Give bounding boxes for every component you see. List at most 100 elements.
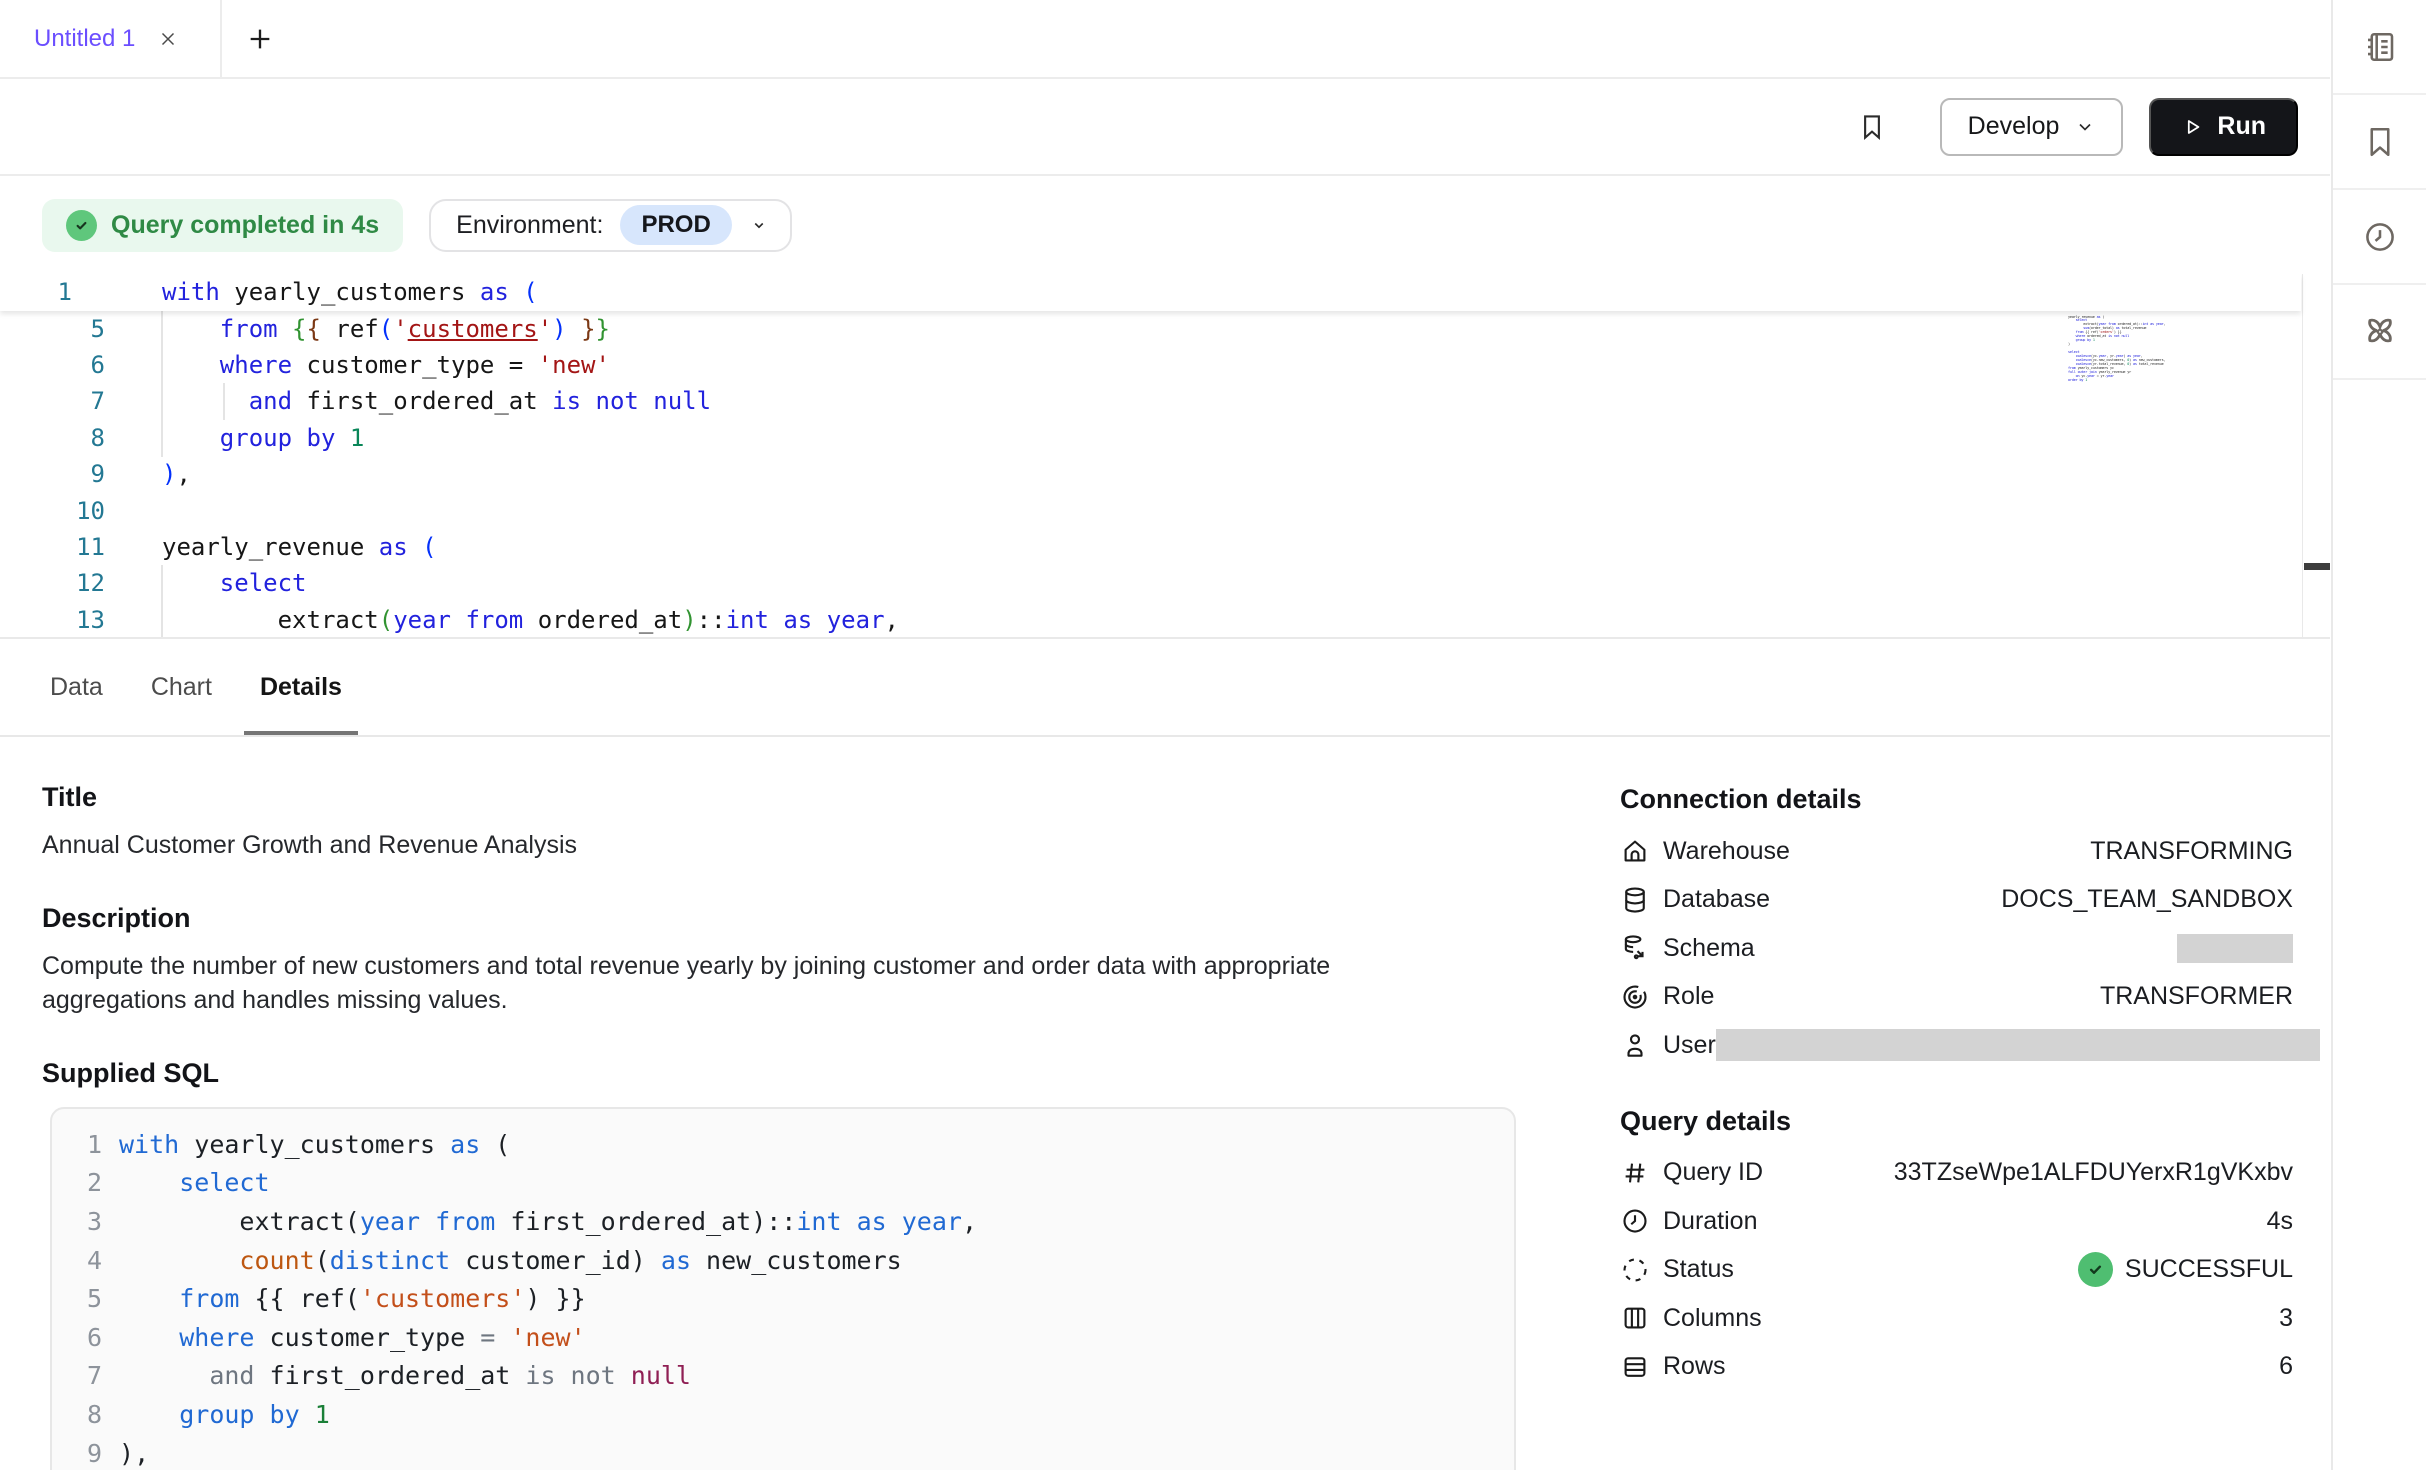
develop-dropdown[interactable]: Develop — [1940, 98, 2124, 156]
detail-label: Schema — [1663, 934, 1755, 963]
code-line[interactable]: 7 and first_ordered_at is not null — [52, 1357, 1514, 1396]
environment-label: Environment: — [456, 211, 603, 240]
details-right-column: Connection details WarehouseTRANSFORMING… — [1620, 737, 2293, 1391]
code-line[interactable]: 8 group by 1 — [0, 420, 2330, 456]
chevron-down-icon — [750, 216, 768, 234]
code-line[interactable]: 5 from {{ ref('customers') }} — [52, 1279, 1514, 1318]
detail-value: TRANSFORMING — [2090, 837, 2293, 866]
detail-value: 4s — [2267, 1207, 2293, 1236]
schema-row: Schema — [1620, 924, 2293, 973]
line-number: 5 — [0, 315, 105, 343]
line-number: 9 — [52, 1439, 102, 1468]
tab-untitled-1[interactable]: Untitled 1 — [0, 0, 222, 77]
connection-details-heading: Connection details — [1620, 784, 2293, 815]
line-number: 7 — [52, 1361, 102, 1390]
code-line[interactable]: 9), — [0, 456, 2330, 492]
code-line[interactable]: 3 extract(year from first_ordered_at)::i… — [52, 1202, 1514, 1241]
line-number: 6 — [0, 351, 105, 379]
detail-label: Role — [1663, 982, 1714, 1011]
environment-selector[interactable]: Environment: PROD — [429, 199, 792, 252]
detail-label: Status — [1663, 1255, 1734, 1284]
environment-value-badge: PROD — [620, 205, 731, 245]
user-row: User — [1620, 1021, 2293, 1070]
run-button[interactable]: Run — [2149, 98, 2298, 156]
status-row: Status SUCCESSFUL — [1620, 1246, 2293, 1295]
code-line[interactable]: 6 where customer_type = 'new' — [0, 347, 2330, 383]
line-number: 1 — [52, 1130, 102, 1159]
detail-value — [1716, 1029, 2320, 1061]
tab-chart[interactable]: Chart — [151, 639, 212, 735]
line-number: 9 — [0, 460, 105, 488]
results-tab-bar: Data Chart Details — [0, 637, 2330, 737]
line-number: 12 — [0, 569, 105, 597]
new-tab-button[interactable] — [222, 0, 298, 77]
scrollbar-thumb[interactable] — [2304, 563, 2330, 570]
code-line[interactable]: 11yearly_revenue as ( — [0, 529, 2330, 565]
bookmark-button[interactable] — [1856, 111, 1888, 143]
status-row: Query completed in 4s Environment: PROD — [0, 176, 2330, 274]
code-line[interactable]: 13 extract(year from ordered_at)::int as… — [0, 602, 2330, 637]
code-line[interactable]: 12 select — [0, 565, 2330, 601]
title-heading: Title — [42, 782, 1542, 813]
code-line[interactable]: 5 from {{ ref('customers') }} — [0, 311, 2330, 347]
history-sidebar-button[interactable] — [2333, 190, 2426, 285]
hash-icon — [1620, 1158, 1650, 1188]
bookmark-icon — [2362, 124, 2398, 160]
line-number: 4 — [52, 1246, 102, 1275]
code-line[interactable]: 6 where customer_type = 'new' — [52, 1318, 1514, 1357]
right-icon-sidebar — [2331, 0, 2426, 1470]
editor-scrollbar[interactable] — [2302, 274, 2330, 637]
success-check-icon — [66, 210, 97, 241]
supplied-sql-heading: Supplied SQL — [42, 1058, 1542, 1089]
success-check-icon — [2078, 1252, 2113, 1287]
supplied-sql-block: 1with yearly_customers as (2 select3 ext… — [50, 1107, 1516, 1470]
code-line[interactable]: 9), — [52, 1434, 1514, 1470]
code-line[interactable]: 2 select — [52, 1164, 1514, 1203]
close-icon[interactable] — [157, 28, 179, 50]
tab-data[interactable]: Data — [50, 639, 103, 735]
tab-details[interactable]: Details — [260, 639, 342, 735]
query-id-row: Query ID33TZseWpe1ALFDUYerxR1gVKxbv — [1620, 1149, 2293, 1198]
code-line[interactable]: 1with yearly_customers as ( — [0, 274, 2301, 310]
detail-label: User — [1663, 1031, 1716, 1060]
sql-editor[interactable]: 5 from {{ ref('customers') }}6 where cus… — [0, 274, 2330, 637]
compass-icon — [2362, 314, 2398, 350]
detail-label: Columns — [1663, 1304, 1762, 1333]
compass-sidebar-button[interactable] — [2333, 285, 2426, 380]
code-line[interactable]: 7 and first_ordered_at is not null — [0, 383, 2330, 419]
redacted-value — [2177, 934, 2293, 963]
line-number: 10 — [0, 497, 105, 525]
code-line[interactable]: 1with yearly_customers as ( — [52, 1125, 1514, 1164]
detail-label: Rows — [1663, 1352, 1726, 1381]
detail-value — [2177, 934, 2293, 963]
editor-lines[interactable]: 5 from {{ ref('customers') }}6 where cus… — [0, 311, 2330, 638]
line-number: 13 — [0, 606, 105, 634]
run-label: Run — [2217, 112, 2266, 141]
line-number: 11 — [0, 533, 105, 561]
detail-value: 6 — [2279, 1352, 2293, 1381]
sticky-scroll-line[interactable]: 1with yearly_customers as ( — [0, 274, 2301, 311]
code-line[interactable]: 8 group by 1 — [52, 1395, 1514, 1434]
develop-label: Develop — [1968, 112, 2060, 141]
database-icon — [1620, 885, 1650, 915]
schema-icon — [1620, 933, 1650, 963]
details-panel: Title Annual Customer Growth and Revenue… — [0, 737, 2330, 1470]
bookmark-sidebar-button[interactable] — [2333, 95, 2426, 190]
code-line[interactable]: 10 — [0, 492, 2330, 528]
plus-icon — [246, 25, 274, 53]
warehouse-icon — [1620, 836, 1650, 866]
indent-guide — [161, 565, 163, 637]
play-icon — [2181, 116, 2203, 138]
details-left-column: Title Annual Customer Growth and Revenue… — [42, 737, 1542, 1470]
chevron-down-icon — [2075, 117, 2095, 137]
tab-title: Untitled 1 — [34, 25, 135, 53]
query-status-text: Query completed in 4s — [111, 211, 379, 240]
detail-value: SUCCESSFUL — [2078, 1252, 2293, 1287]
line-number: 5 — [52, 1284, 102, 1313]
user-icon — [1620, 1030, 1650, 1060]
detail-value: DOCS_TEAM_SANDBOX — [2001, 885, 2293, 914]
line-number: 8 — [0, 424, 105, 452]
database-row: DatabaseDOCS_TEAM_SANDBOX — [1620, 876, 2293, 925]
notebook-sidebar-button[interactable] — [2333, 0, 2426, 95]
code-line[interactable]: 4 count(distinct customer_id) as new_cus… — [52, 1241, 1514, 1280]
